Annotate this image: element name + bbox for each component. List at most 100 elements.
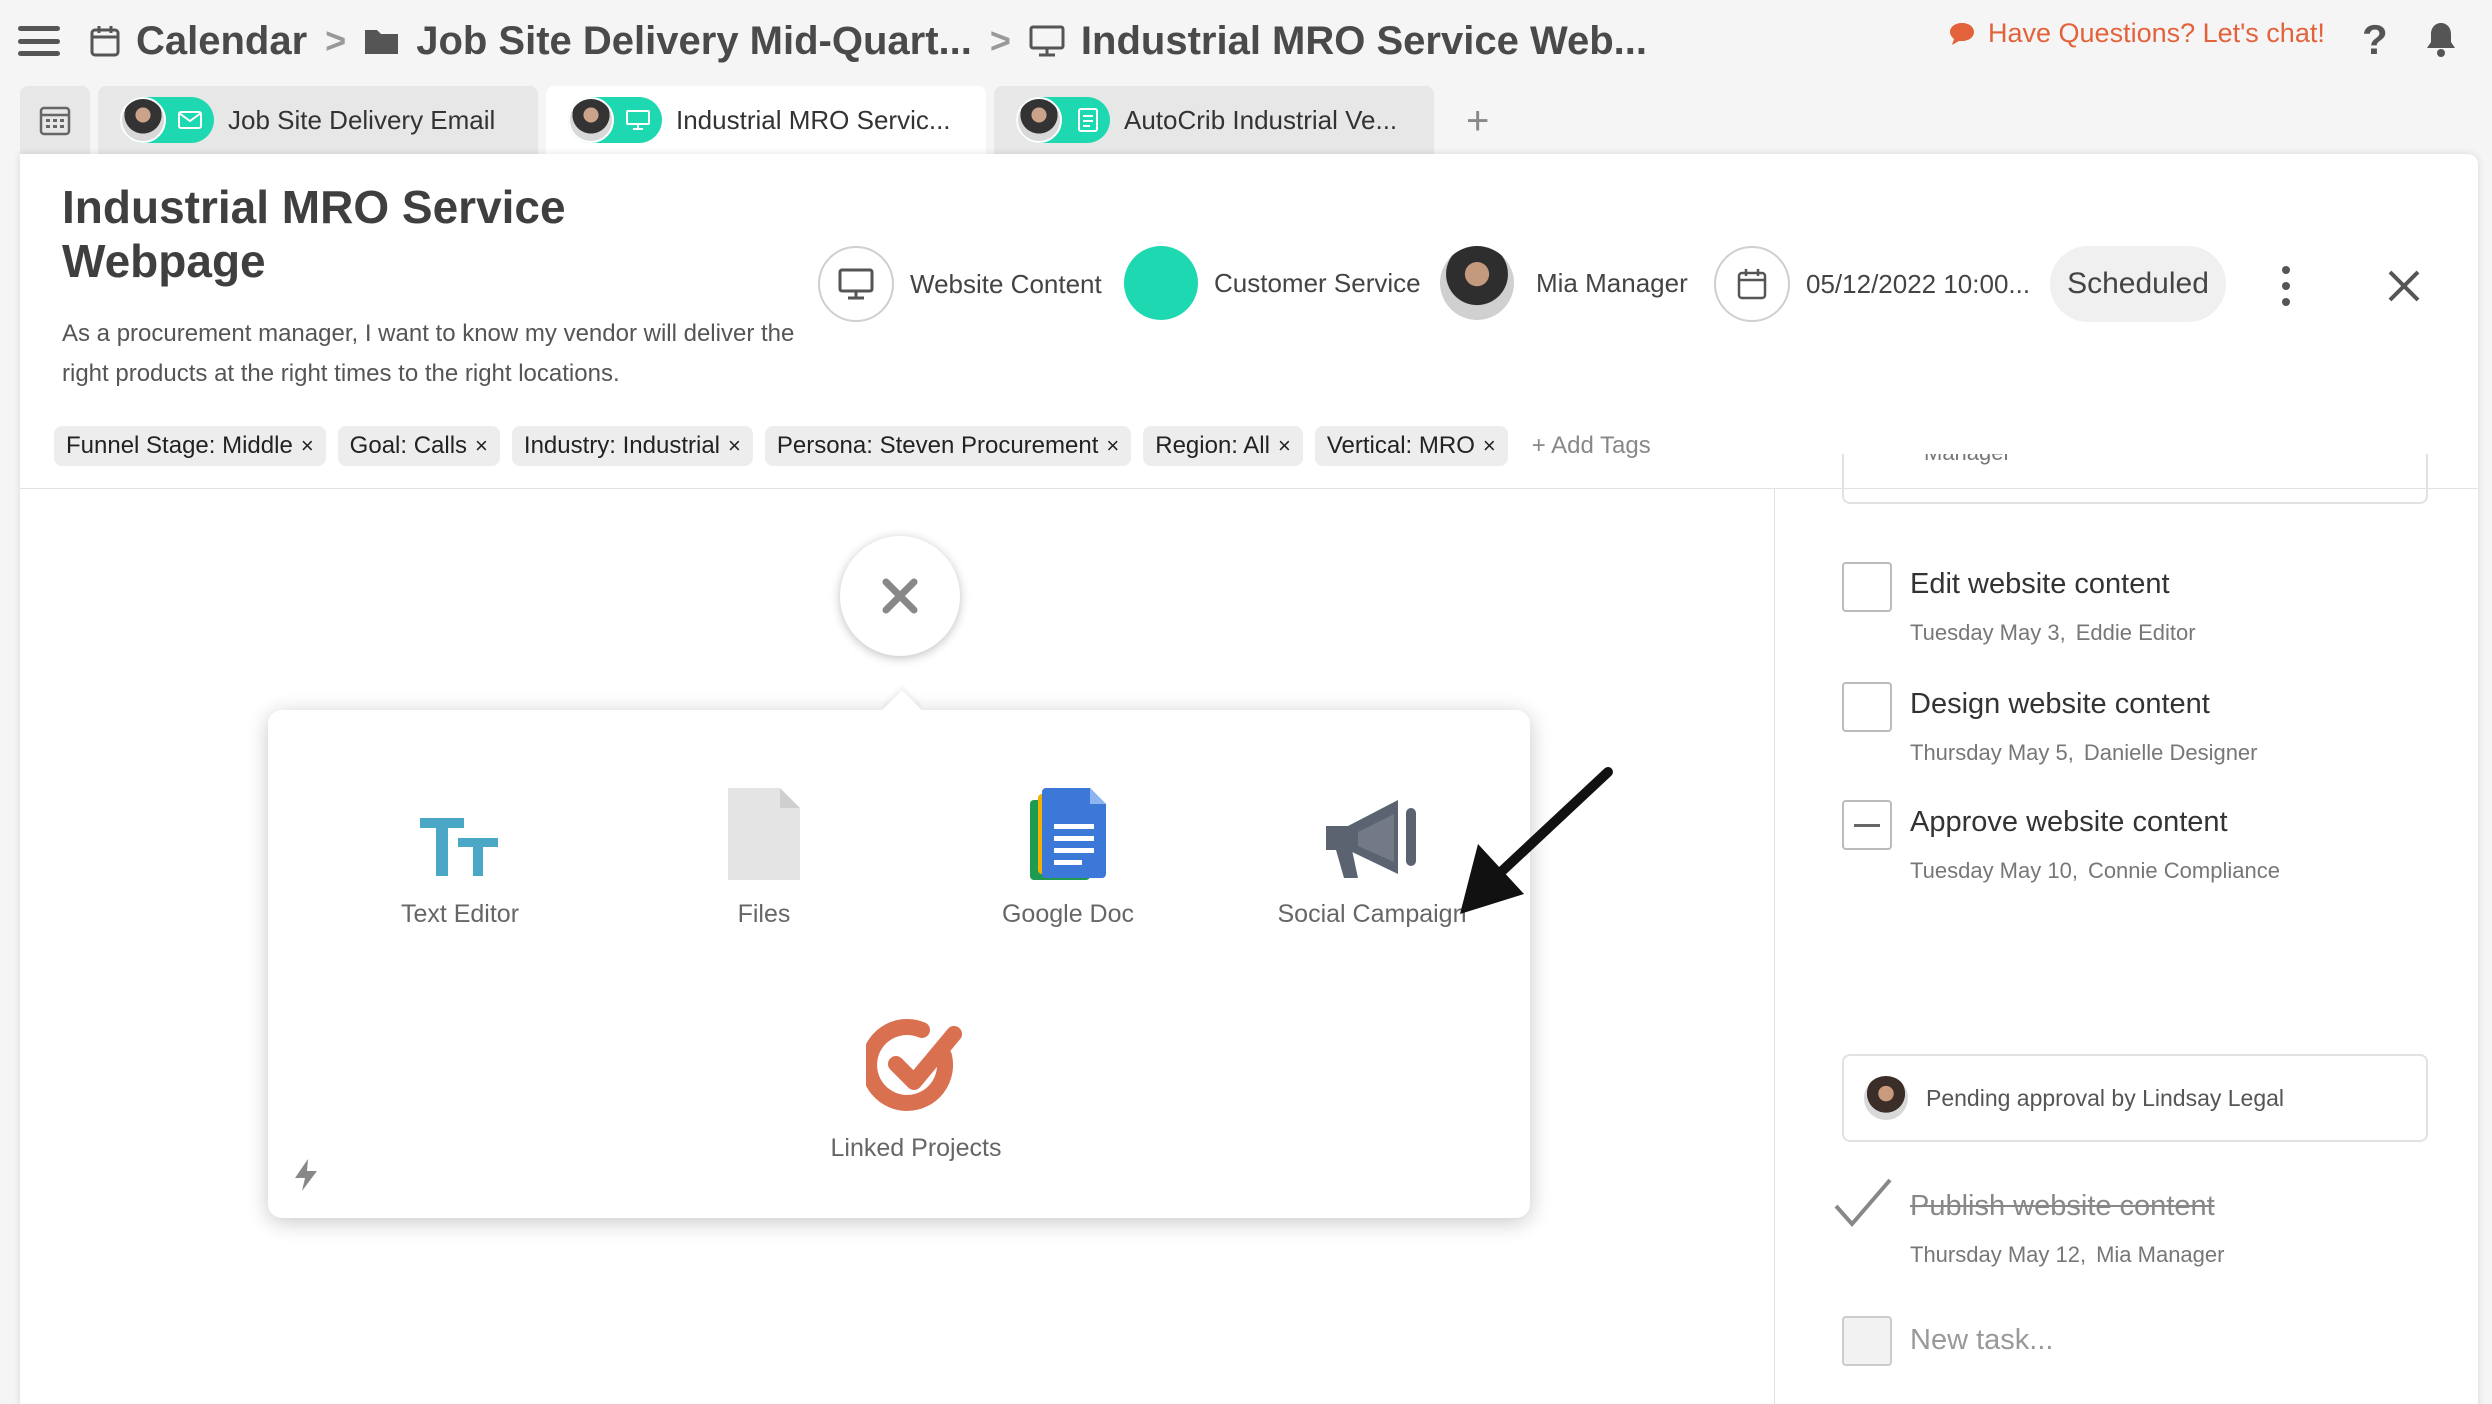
content-type[interactable]: Website Content (818, 246, 1102, 322)
task-card-text: Manager (1924, 454, 2011, 466)
remove-tag-icon[interactable]: × (1483, 433, 1496, 459)
tab-avatar-pill (120, 97, 214, 143)
remove-tag-icon[interactable]: × (1278, 433, 1291, 459)
task-assignee: Connie Compliance (2087, 858, 2280, 883)
date-selector[interactable]: 05/12/2022 10:00... (1714, 246, 2030, 322)
breadcrumb-calendar[interactable]: Calendar (90, 19, 307, 64)
checkmark-icon[interactable] (1832, 1176, 1894, 1235)
calendar-grid-icon (39, 106, 71, 136)
avatar (1016, 97, 1062, 143)
option-label: Linked Projects (830, 1134, 1002, 1162)
close-popup-button[interactable] (840, 536, 960, 656)
task-title[interactable]: Approve website content (1910, 806, 2228, 839)
tag[interactable]: Goal: Calls × (337, 426, 500, 466)
task-date: Tuesday May 10, (1910, 858, 2078, 883)
tag[interactable]: Vertical: MRO × (1314, 426, 1508, 466)
avatar (1440, 246, 1514, 320)
option-linked-projects[interactable]: Linked Projects (766, 1006, 1066, 1163)
owner-label: Mia Manager (1536, 267, 1688, 298)
breadcrumb-label: Job Site Delivery Mid-Quart... (416, 18, 972, 63)
lightning-icon[interactable] (292, 1158, 320, 1197)
option-text-editor[interactable]: Text Editor (310, 772, 610, 929)
page-description: As a procurement manager, I want to know… (62, 320, 795, 387)
tag-label: Industry: Industrial (523, 432, 720, 459)
task-checkbox[interactable] (1842, 800, 1892, 850)
status-badge[interactable]: Scheduled (2050, 246, 2226, 322)
add-tags-button[interactable]: + Add Tags (1532, 432, 1651, 460)
avatar (1864, 1076, 1908, 1120)
option-files[interactable]: Files (614, 772, 914, 929)
tab-label: AutoCrib Industrial Ve... (1124, 104, 1398, 135)
team-selector[interactable]: Customer Service (1124, 246, 1421, 320)
monitor-icon (1029, 25, 1065, 57)
more-options-icon[interactable] (2282, 266, 2292, 306)
avatar (568, 97, 614, 143)
tab-industrial-mro[interactable]: Industrial MRO Servic... (546, 86, 986, 154)
task-assignee: Danielle Designer (2083, 740, 2258, 765)
tag-label: Vertical: MRO (1326, 432, 1475, 459)
page-title: Industrial MRO Service Webpage (62, 181, 566, 287)
text-editor-icon (418, 772, 502, 882)
tab-autocrib[interactable]: AutoCrib Industrial Ve... (994, 86, 1434, 154)
linked-projects-icon (866, 1006, 966, 1116)
new-task-input[interactable]: New task... (1910, 1324, 2053, 1357)
remove-tag-icon[interactable]: × (1106, 433, 1119, 459)
tab-avatar-pill (1016, 97, 1110, 143)
bell-icon[interactable] (2424, 20, 2458, 63)
task-checkbox[interactable] (1842, 562, 1892, 612)
owner-selector[interactable]: Mia Manager (1440, 246, 1688, 320)
tab-job-site-delivery-email[interactable]: Job Site Delivery Email (98, 86, 538, 154)
close-icon (882, 578, 918, 614)
monitor-icon (626, 110, 650, 130)
option-google-doc[interactable]: Google Doc (918, 772, 1218, 929)
breadcrumb-label: Calendar (136, 18, 308, 63)
remove-tag-icon[interactable]: × (475, 433, 488, 459)
breadcrumb-label: Industrial MRO Service Web... (1080, 18, 1647, 63)
tab-label: Industrial MRO Servic... (676, 104, 951, 135)
pending-approval-note: Pending approval by Lindsay Legal (1842, 1054, 2428, 1142)
content-card: Industrial MRO Service Webpage As a proc… (20, 154, 2478, 1404)
tab-label: Job Site Delivery Email (228, 104, 496, 135)
chat-bubble-icon (1950, 22, 1974, 45)
tag-list: Funnel Stage: Middle × Goal: Calls × Indus… (54, 426, 1651, 466)
tab-bar: Job Site Delivery Email Industrial MRO S… (20, 86, 1489, 154)
team-color-dot (1124, 246, 1198, 320)
chat-link[interactable]: Have Questions? Let's chat! (1948, 18, 2325, 49)
tag-label: Persona: Steven Procurement (776, 432, 1099, 459)
avatar (120, 97, 166, 143)
email-icon (178, 111, 202, 129)
menu-icon[interactable] (18, 26, 60, 56)
document-icon (1078, 108, 1098, 132)
task-title[interactable]: Publish website content (1910, 1190, 2215, 1223)
option-label: Text Editor (400, 900, 520, 928)
task-checkbox (1842, 1316, 1892, 1366)
task-title[interactable]: Edit website content (1910, 568, 2170, 601)
task-checkbox[interactable] (1842, 682, 1892, 732)
task-date: Thursday May 12, (1910, 1242, 2087, 1267)
task-date: Thursday May 5, (1910, 740, 2074, 765)
task-title[interactable]: Design website content (1910, 688, 2210, 721)
team-label: Customer Service (1214, 267, 1421, 298)
help-icon[interactable]: ? (2362, 16, 2388, 64)
breadcrumb-folder[interactable]: Job Site Delivery Mid-Quart... (364, 19, 972, 64)
task-assignee: Eddie Editor (2075, 620, 2196, 645)
add-content-popup: Text Editor Files Google Doc Social Camp… (268, 710, 1530, 1218)
tag[interactable]: Region: All × (1143, 426, 1303, 466)
google-doc-icon (1028, 772, 1108, 882)
task-assignee: Mia Manager (2096, 1242, 2225, 1267)
tag[interactable]: Funnel Stage: Middle × (54, 426, 326, 466)
close-icon[interactable] (2380, 262, 2428, 315)
option-label: Google Doc (1001, 900, 1135, 928)
breadcrumb-page[interactable]: Industrial MRO Service Web... (1029, 19, 1647, 64)
task-card-partial: Manager (1842, 454, 2428, 504)
remove-tag-icon[interactable]: × (301, 433, 314, 459)
option-label: Files (737, 900, 791, 928)
tag[interactable]: Industry: Industrial × (511, 426, 753, 466)
tag-label: Region: All (1155, 432, 1270, 459)
megaphone-icon (1322, 772, 1422, 882)
remove-tag-icon[interactable]: × (728, 433, 741, 459)
tag[interactable]: Persona: Steven Procurement × (764, 426, 1132, 466)
chevron-right-icon: > (325, 20, 347, 61)
tab-calendar[interactable] (20, 86, 90, 154)
add-tab-button[interactable]: + (1466, 99, 1489, 144)
